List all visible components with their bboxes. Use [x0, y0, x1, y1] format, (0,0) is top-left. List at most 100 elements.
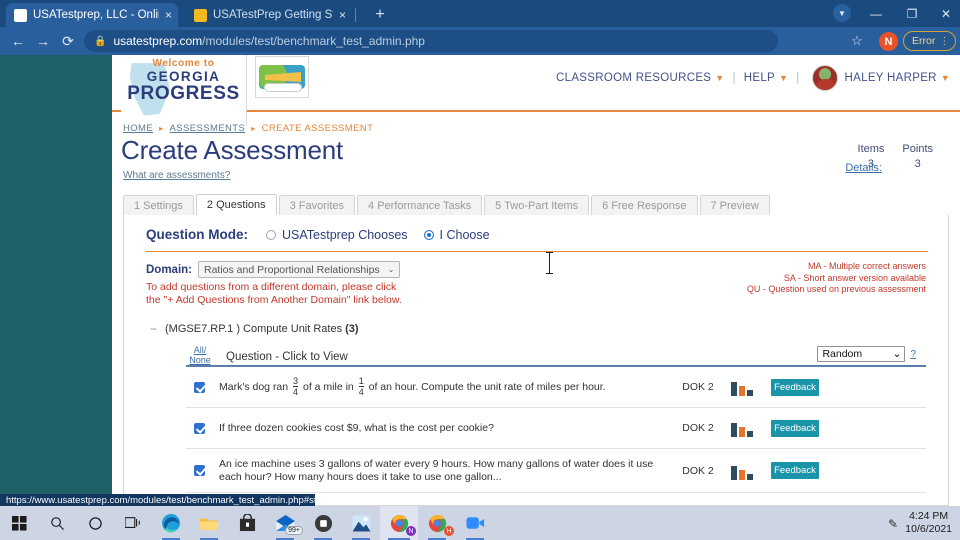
tab-favicon: [194, 8, 207, 22]
search-icon[interactable]: [38, 506, 76, 540]
details-link[interactable]: Details:: [845, 162, 882, 174]
site-header: Welcome to GEORGIA PROGRESS CLASSROOM RE…: [112, 55, 960, 126]
file-explorer-icon[interactable]: [190, 506, 228, 540]
profile-badge: H: [444, 526, 454, 536]
recorder-icon[interactable]: [304, 506, 342, 540]
error-badge[interactable]: Error ⋮: [903, 31, 957, 51]
browser-tab-1[interactable]: USATestprep, LLC - Online State-S ×: [6, 3, 178, 27]
chart-bars-icon[interactable]: [731, 378, 757, 396]
question-order-select[interactable]: Random ⌄: [817, 346, 906, 362]
chevron-down-icon: ▼: [715, 73, 725, 83]
tab-settings[interactable]: 1 Settings: [123, 195, 194, 215]
help-icon[interactable]: ?: [910, 349, 916, 360]
domain-select[interactable]: Ratios and Proportional Relationships ⌄: [198, 261, 401, 278]
url-text: usatestprep.com/modules/test/benchmark_t…: [113, 34, 425, 48]
question-column-header: Question - Click to View: [226, 351, 348, 363]
liftoff-cloud-icon: [264, 83, 302, 92]
breadcrumb-home[interactable]: HOME: [123, 123, 153, 134]
chevron-down-icon: ▼: [779, 73, 789, 83]
abbreviation-legend: MA - Multiple correct answers SA - Short…: [747, 261, 926, 296]
chart-bars-icon[interactable]: [731, 462, 757, 480]
domain-label: Domain:: [146, 263, 192, 276]
close-window-button[interactable]: ✕: [928, 0, 960, 27]
standard-row[interactable]: − (MGSE7.RP.1 ) Compute Unit Rates (3): [150, 322, 359, 336]
tab-favorites[interactable]: 3 Favorites: [278, 195, 356, 215]
row-checkbox[interactable]: [194, 381, 205, 393]
question-text: Mark's dog ran 3 4 of a mile in 1 4 of a…: [219, 377, 671, 398]
tab-performance-tasks[interactable]: 4 Performance Tasks: [357, 195, 483, 215]
pen-icon[interactable]: ✎: [888, 517, 898, 531]
start-button[interactable]: [0, 506, 38, 540]
row-checkbox[interactable]: [194, 465, 205, 476]
radio-usatestprep-chooses[interactable]: USATestprep Chooses: [266, 228, 408, 242]
user-name: HALEY HARPER: [844, 72, 937, 84]
row-checkbox[interactable]: [194, 422, 205, 434]
zoom-icon[interactable]: [456, 506, 494, 540]
table-row[interactable]: Mark's dog ran 3 4 of a mile in 1 4 of a…: [186, 367, 926, 408]
what-are-assessments-link[interactable]: What are assessments?: [123, 170, 230, 181]
browser-menu-icon[interactable]: ⋮: [939, 36, 949, 47]
radio-label: USATestprep Chooses: [282, 227, 408, 242]
breadcrumb-assessments[interactable]: ASSESSMENTS: [170, 123, 246, 134]
collapse-icon[interactable]: −: [150, 322, 157, 336]
feedback-button[interactable]: Feedback: [771, 419, 819, 437]
select-all-label: All/: [193, 345, 207, 355]
radio-i-choose[interactable]: I Choose: [423, 228, 490, 242]
domain-note: To add questions from a different domain…: [146, 281, 546, 307]
legend-ma: MA - Multiple correct answers: [807, 261, 926, 271]
bookmark-star-icon[interactable]: ☆: [851, 33, 863, 49]
cortana-icon[interactable]: [76, 506, 114, 540]
close-icon[interactable]: ×: [339, 8, 346, 22]
assessment-tabs: 1 Settings 2 Questions 3 Favorites 4 Per…: [123, 194, 949, 215]
chrome-profile-h-icon[interactable]: H: [418, 506, 456, 540]
chart-bars-icon[interactable]: [731, 419, 757, 437]
mail-icon[interactable]: 99+: [266, 506, 304, 540]
georgia-progress-logo[interactable]: Welcome to GEORGIA PROGRESS: [121, 55, 247, 126]
edge-icon[interactable]: [152, 506, 190, 540]
task-view-icon[interactable]: [114, 506, 152, 540]
avatar[interactable]: [811, 65, 838, 91]
photos-icon[interactable]: [342, 506, 380, 540]
table-row[interactable]: An ice machine uses 3 gallons of water e…: [186, 449, 926, 493]
minimize-button[interactable]: —: [858, 0, 894, 27]
liftoff-badge[interactable]: [255, 56, 309, 98]
reload-icon[interactable]: ⟳: [58, 32, 78, 50]
screen: USATestprep, LLC - Online State-S × USAT…: [0, 0, 960, 540]
address-bar[interactable]: 🔒 usatestprep.com/modules/test/benchmark…: [84, 30, 778, 52]
back-icon[interactable]: ←: [8, 32, 28, 50]
chrome-profile-n-icon[interactable]: N: [380, 506, 418, 540]
browser-tab-2[interactable]: USATestPrep Getting Started - Go ×: [186, 3, 352, 27]
clock[interactable]: 4:24 PM 10/6/2021: [905, 510, 952, 536]
question-text-part: of a mile in: [302, 381, 354, 393]
microsoft-store-icon[interactable]: [228, 506, 266, 540]
tab-title: USATestprep, LLC - Online State-S: [33, 9, 159, 21]
legend-sa: SA - Short answer version available: [783, 272, 926, 283]
domain-value: Ratios and Proportional Relationships: [204, 263, 380, 276]
tab-two-part-items[interactable]: 5 Two-Part Items: [484, 195, 590, 215]
text-cursor: [546, 252, 553, 274]
tab-preview[interactable]: 7 Preview: [699, 195, 770, 215]
tab-title: USATestPrep Getting Started - Go: [213, 9, 333, 21]
select-all-none-link[interactable]: All/ None: [186, 345, 214, 365]
tab-free-response[interactable]: 6 Free Response: [591, 195, 698, 215]
feedback-button[interactable]: Feedback: [771, 462, 819, 479]
maximize-button[interactable]: ❐: [894, 0, 930, 27]
close-icon[interactable]: ×: [165, 8, 172, 22]
tab-questions[interactable]: 2 Questions: [195, 194, 277, 215]
downloads-icon[interactable]: ▼: [833, 4, 851, 22]
taskbar: 99+ N H ✎ 4:24 PM 10/6/2021: [0, 506, 960, 540]
nav-classroom-resources[interactable]: CLASSROOM RESOURCES ▼: [556, 72, 724, 84]
nav-help[interactable]: HELP ▼: [744, 72, 788, 84]
standard-code: (MGSE7.RP.1 ) Compute Unit Rates: [165, 323, 343, 335]
page-viewport: Welcome to GEORGIA PROGRESS CLASSROOM RE…: [0, 55, 960, 506]
forward-icon[interactable]: →: [33, 32, 53, 50]
question-text: If three dozen cookies cost $9, what is …: [219, 421, 494, 434]
nav-user-menu[interactable]: HALEY HARPER ▼: [845, 72, 950, 84]
new-tab-button[interactable]: +: [370, 6, 390, 26]
clock-time: 4:24 PM: [909, 510, 949, 522]
domain-note-line-1: To add questions from a different domain…: [146, 281, 397, 293]
fraction: 1 4: [358, 377, 364, 397]
profile-avatar[interactable]: N: [879, 32, 898, 51]
table-row[interactable]: If three dozen cookies cost $9, what is …: [186, 408, 926, 449]
feedback-button[interactable]: Feedback: [771, 378, 819, 396]
